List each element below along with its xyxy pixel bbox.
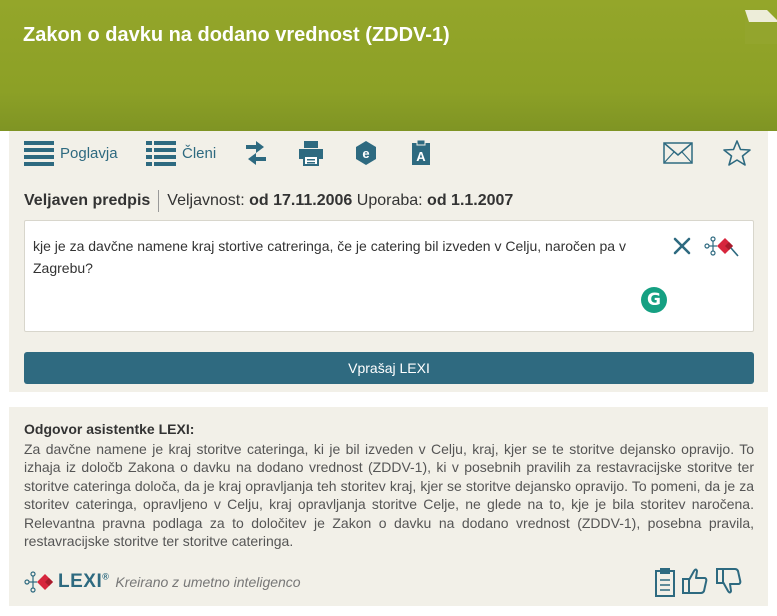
articles-button[interactable]: Členi xyxy=(146,137,216,169)
chapters-button[interactable]: Poglavja xyxy=(24,137,118,169)
validity-row: Veljaven predpis Veljavnost: od 17.11.20… xyxy=(24,190,513,212)
toolbar: Poglavja Členi e A xyxy=(9,131,768,178)
page-fold-decoration xyxy=(745,10,777,44)
use-value: od 1.1.2007 xyxy=(427,192,514,209)
svg-text:A: A xyxy=(416,149,426,164)
svg-text:e: e xyxy=(362,146,369,161)
validity-label: Veljavnost: xyxy=(167,192,245,209)
ai-caption: Kreirano z umetno inteligenco xyxy=(115,574,301,590)
validity-value: od 17.11.2006 xyxy=(249,192,353,209)
regulation-status: Veljaven predpis xyxy=(24,192,151,209)
lexi-icon xyxy=(24,571,53,593)
thumbs-down-icon[interactable] xyxy=(716,567,742,595)
document-header: Zakon o davku na dodano vrednost (ZDDV-1… xyxy=(0,0,777,131)
clipboard-icon[interactable] xyxy=(654,567,676,597)
compare-button[interactable] xyxy=(244,137,268,169)
list-icon xyxy=(24,141,54,166)
favorite-button[interactable] xyxy=(723,137,751,169)
epub-icon: e xyxy=(356,141,376,165)
answer-text: Za davčne namene je kraj storitve cateri… xyxy=(24,441,754,550)
thumbs-up-icon[interactable] xyxy=(682,567,708,595)
close-icon[interactable] xyxy=(671,235,693,257)
question-textarea[interactable]: kje je za davčne namene kraj stortive ca… xyxy=(24,220,754,332)
lexi-icon[interactable] xyxy=(703,233,741,259)
ask-lexi-button[interactable]: Vprašaj LEXI xyxy=(24,352,754,384)
query-panel: Veljaven predpis Veljavnost: od 17.11.20… xyxy=(9,178,768,392)
lexi-logo: LEXI® Kreirano z umetno inteligenco xyxy=(24,569,301,595)
divider xyxy=(158,190,160,212)
swap-icon xyxy=(246,141,266,165)
chapters-label: Poglavja xyxy=(60,144,118,162)
lexi-registered-mark: ® xyxy=(102,571,110,582)
print-icon xyxy=(299,141,323,166)
answer-footer: LEXI® Kreirano z umetno inteligenco xyxy=(24,567,754,597)
use-label: Uporaba: xyxy=(356,192,423,209)
answer-panel: Odgovor asistentke LEXI: Za davčne namen… xyxy=(9,407,768,606)
lexi-brand: LEXI® xyxy=(58,571,109,593)
list-detail-icon xyxy=(146,141,176,166)
grammarly-letter: G xyxy=(647,290,661,310)
grammarly-icon[interactable]: G xyxy=(641,287,667,313)
email-button[interactable] xyxy=(663,137,693,169)
articles-label: Členi xyxy=(182,144,217,162)
document-title: Zakon o davku na dodano vrednost (ZDDV-1… xyxy=(23,24,450,46)
question-text[interactable]: kje je za davčne namene kraj stortive ca… xyxy=(33,235,673,279)
epub-button[interactable]: e xyxy=(355,137,377,169)
lexi-brand-text: LEXI xyxy=(58,571,103,592)
font-size-icon: A xyxy=(412,140,430,165)
font-size-button[interactable]: A xyxy=(411,137,431,169)
answer-heading: Odgovor asistentke LEXI: xyxy=(24,421,195,437)
star-icon xyxy=(723,140,751,166)
print-button[interactable] xyxy=(298,137,324,169)
mail-icon xyxy=(663,142,693,164)
